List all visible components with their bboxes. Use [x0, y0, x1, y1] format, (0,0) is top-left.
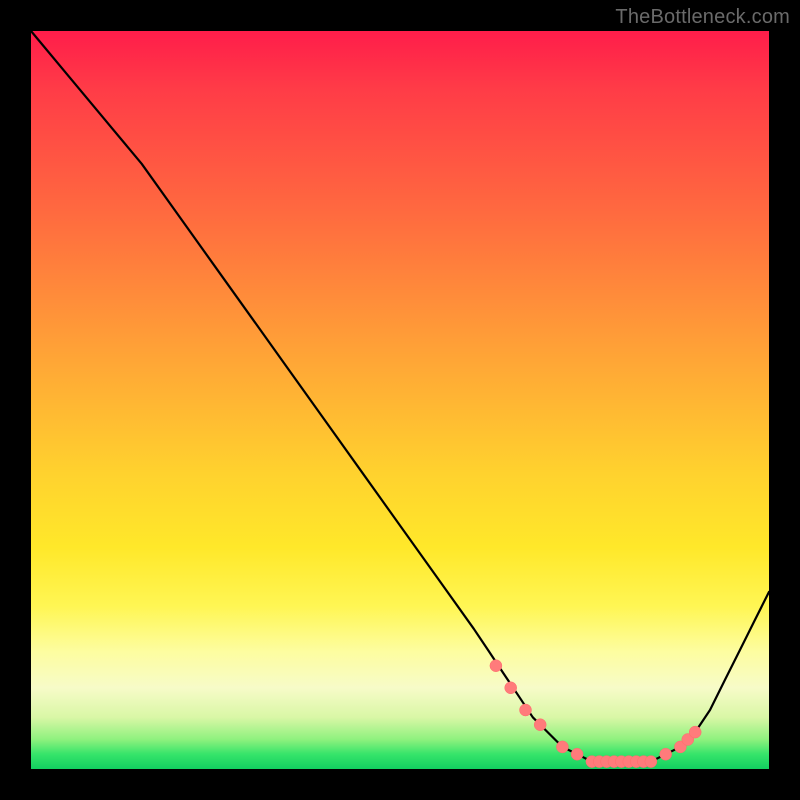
data-marker [556, 741, 568, 753]
data-marker [645, 756, 657, 768]
data-marker [534, 719, 546, 731]
marker-group [490, 660, 701, 768]
watermark-text: TheBottleneck.com [615, 6, 790, 29]
plot-area [31, 31, 769, 769]
data-marker [490, 660, 502, 672]
data-marker [520, 704, 532, 716]
data-marker [689, 726, 701, 738]
data-marker [505, 682, 517, 694]
data-marker [571, 748, 583, 760]
chart-frame: TheBottleneck.com [0, 0, 800, 800]
chart-svg [31, 31, 769, 769]
data-marker [660, 748, 672, 760]
bottleneck-curve [31, 31, 769, 762]
